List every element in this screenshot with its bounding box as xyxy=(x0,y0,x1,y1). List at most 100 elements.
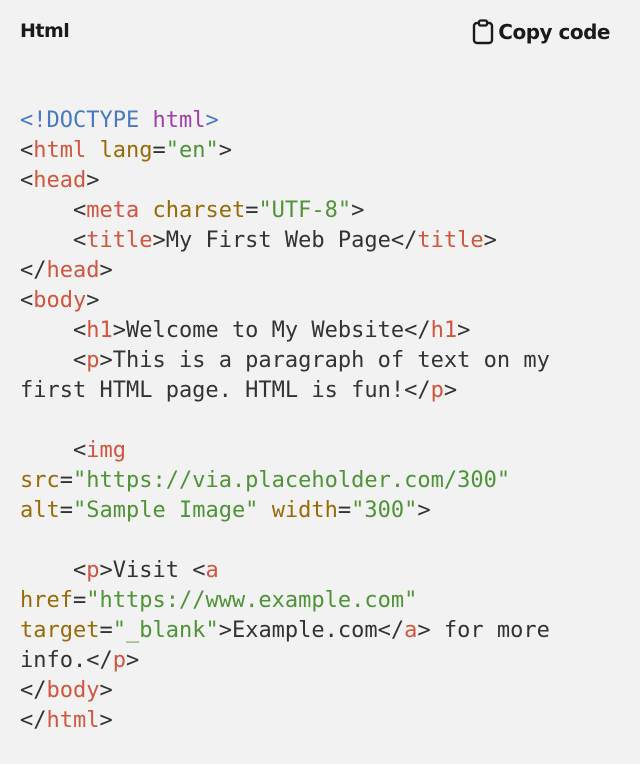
code-token: > xyxy=(99,678,113,703)
code-token: </ xyxy=(20,708,47,733)
copy-code-label: Copy code xyxy=(498,20,610,44)
clipboard-icon xyxy=(472,19,494,45)
code-token: head xyxy=(33,168,87,193)
code-token: body xyxy=(33,288,87,313)
code-token: title xyxy=(86,228,153,253)
code-token: "_blank" xyxy=(112,618,219,643)
code-token: = xyxy=(245,198,259,223)
code-token: > xyxy=(99,708,113,733)
code-token: < xyxy=(20,198,87,223)
code-line: </body> xyxy=(20,676,620,706)
code-line: <body> xyxy=(20,286,620,316)
code-line: <p>Visit <a xyxy=(20,556,620,586)
code-token: "UTF-8" xyxy=(258,198,352,223)
code-token: >This is a paragraph of text on my xyxy=(99,348,550,373)
code-token: > xyxy=(218,138,232,163)
code-token: a xyxy=(205,558,219,583)
code-line: info.</p> xyxy=(20,646,620,676)
code-line: <html lang="en"> xyxy=(20,136,620,166)
code-token: >Welcome to My Website</ xyxy=(112,318,431,343)
code-line: <img xyxy=(20,436,620,466)
code-token: target xyxy=(20,618,100,643)
code-line: </html> xyxy=(20,706,620,736)
code-token: src xyxy=(20,468,60,493)
code-line: target="_blank">Example.com</a> for more xyxy=(20,616,620,646)
code-line: <!DOCTYPE html> xyxy=(20,106,620,136)
code-token: html xyxy=(46,708,100,733)
code-line: <meta charset="UTF-8"> xyxy=(20,196,620,226)
code-language-label: Html xyxy=(20,20,70,42)
code-token: < xyxy=(20,558,87,583)
code-token: <!DOCTYPE xyxy=(20,108,153,133)
code-token: < xyxy=(20,228,87,253)
code-token: < xyxy=(20,438,87,463)
code-line: <head> xyxy=(20,166,620,196)
code-token: first HTML page. HTML is fun!</ xyxy=(20,378,431,403)
code-line: href="https://www.example.com" xyxy=(20,586,620,616)
code-line: <h1>Welcome to My Website</h1> xyxy=(20,316,620,346)
code-token: < xyxy=(20,168,34,193)
code-token: </ xyxy=(20,678,47,703)
code-token: html xyxy=(33,138,87,163)
code-token: p xyxy=(86,558,100,583)
code-token: = xyxy=(59,468,73,493)
code-token: alt xyxy=(20,498,60,523)
code-token: = xyxy=(72,588,87,613)
code-token: "en" xyxy=(165,138,219,163)
code-line: <title>My First Web Page</title> xyxy=(20,226,620,256)
code-token: > xyxy=(86,288,100,313)
code-token: < xyxy=(20,318,87,343)
code-token: html xyxy=(152,108,206,133)
code-token: >Visit < xyxy=(99,558,206,583)
code-content: <!DOCTYPE html> <html lang="en"> <head> <m… xyxy=(20,106,620,736)
code-token: "https://www.example.com" xyxy=(86,588,418,613)
code-token: > xyxy=(483,228,497,253)
code-token: > xyxy=(457,318,471,343)
code-token: h1 xyxy=(430,318,458,343)
code-token: >My First Web Page</ xyxy=(152,228,418,253)
code-token: < xyxy=(20,348,87,373)
code-token: "Sample Image" xyxy=(73,498,259,523)
code-token: = xyxy=(99,618,113,643)
code-token: < xyxy=(20,288,34,313)
code-block: Html Copy code <!DOCTYPE html> <html lang… xyxy=(0,0,640,764)
code-token: = xyxy=(337,498,352,523)
code-token: = xyxy=(59,498,73,523)
code-line: src="https://via.placeholder.com/300" xyxy=(20,466,620,496)
code-token: p xyxy=(430,378,444,403)
code-line: </head> xyxy=(20,256,620,286)
code-token: meta xyxy=(86,198,140,223)
code-token: > for more xyxy=(417,618,550,643)
code-token: > xyxy=(99,258,113,283)
code-token: charset xyxy=(152,198,246,223)
copy-code-button[interactable]: Copy code xyxy=(472,19,610,45)
code-token: href xyxy=(20,588,73,613)
code-token: </ xyxy=(20,258,47,283)
code-token: < xyxy=(20,138,34,163)
code-token: > xyxy=(205,108,219,133)
code-token: "300" xyxy=(351,498,418,523)
code-line: alt="Sample Image" width="300"> xyxy=(20,496,620,526)
code-line: first HTML page. HTML is fun!</p> xyxy=(20,376,620,406)
code-token: h1 xyxy=(86,318,113,343)
code-token: head xyxy=(46,258,100,283)
code-token: = xyxy=(152,138,166,163)
code-token: > xyxy=(443,378,458,403)
code-token: img xyxy=(86,438,126,463)
code-token: >Example.com</ xyxy=(218,618,405,643)
code-token: info.</ xyxy=(20,648,113,673)
code-token: a xyxy=(404,618,418,643)
code-token: > xyxy=(125,648,140,673)
code-token: width xyxy=(271,498,338,523)
code-token: body xyxy=(46,678,100,703)
code-line: <p>This is a paragraph of text on my xyxy=(20,346,620,376)
code-token: > xyxy=(417,498,431,523)
code-token: "https://via.placeholder.com/300" xyxy=(73,468,511,493)
code-token: > xyxy=(351,198,365,223)
code-token: title xyxy=(417,228,484,253)
code-token: lang xyxy=(99,138,153,163)
